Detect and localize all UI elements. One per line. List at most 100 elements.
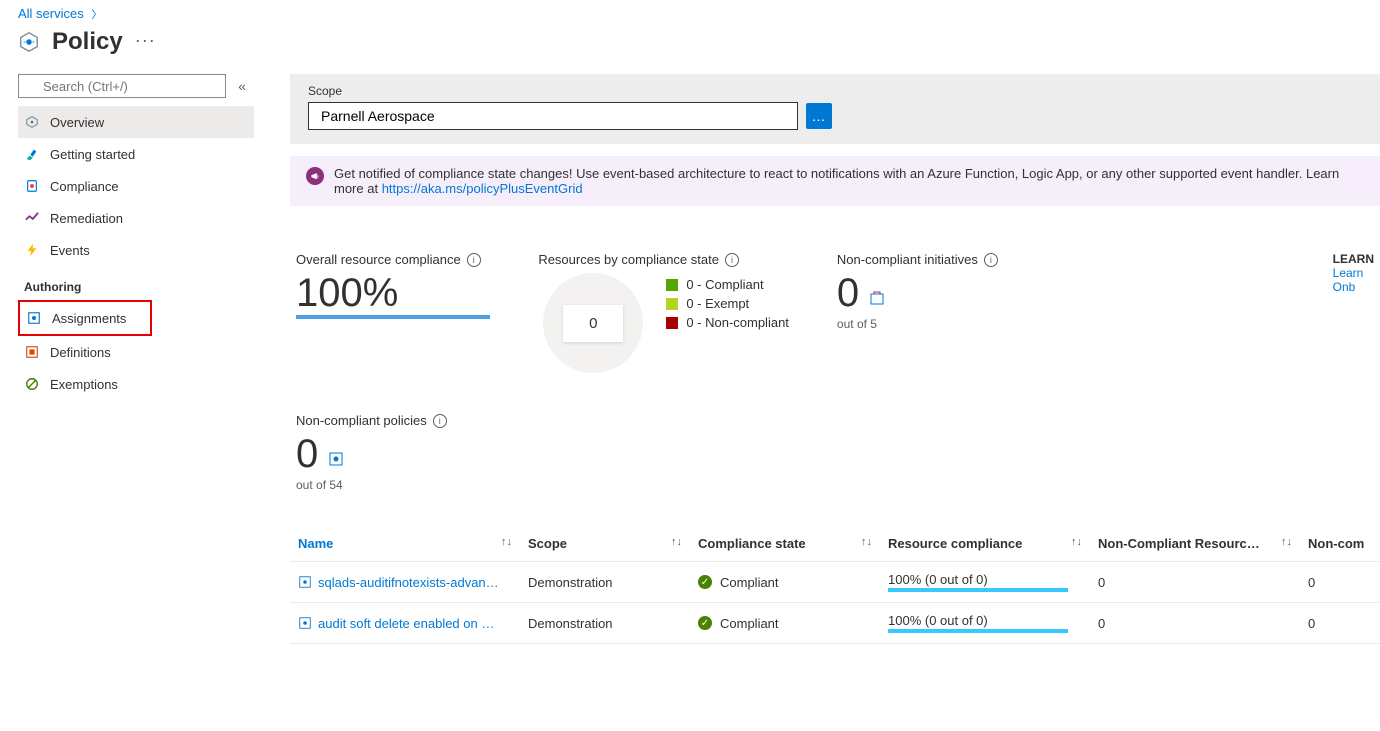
row-name-link[interactable]: sqlads-auditifnotexists-advan… <box>318 575 499 590</box>
sidebar-item-label: Assignments <box>52 311 126 326</box>
policy-hex-icon <box>18 31 40 53</box>
sidebar-item-label: Events <box>50 243 90 258</box>
card-resources-by-state: Resources by compliance state i 0 0 - Co… <box>538 252 789 373</box>
table-row[interactable]: sqlads-auditifnotexists-advan… Demonstra… <box>290 562 1380 603</box>
learn-link-1[interactable]: Learn <box>1333 266 1364 280</box>
chevron-right-icon: 〉 <box>91 9 102 21</box>
assignments-icon <box>26 310 42 326</box>
donut-center-value: 0 <box>563 305 623 342</box>
info-icon[interactable]: i <box>433 414 447 428</box>
policy-icon <box>328 451 344 467</box>
card-title: Overall resource compliance <box>296 252 461 267</box>
col-rc[interactable]: Resource compliance↑↓ <box>880 526 1090 562</box>
row-nc: 0 <box>1300 562 1380 603</box>
policy-doc-icon <box>298 616 312 630</box>
row-ncr: 0 <box>1090 603 1300 644</box>
info-icon[interactable]: i <box>725 253 739 267</box>
card-noncompliant-initiatives: Non-compliant initiatives i 0 out of 5 <box>837 252 998 373</box>
search-input[interactable] <box>18 74 226 98</box>
swatch-green-icon <box>666 279 678 291</box>
sidebar-item-overview[interactable]: Overview <box>18 106 254 138</box>
card-title: Non-compliant initiatives <box>837 252 978 267</box>
remediation-icon <box>24 210 40 226</box>
sidebar-item-getting-started[interactable]: Getting started <box>18 138 254 170</box>
scope-input[interactable] <box>308 102 798 130</box>
row-nc: 0 <box>1300 603 1380 644</box>
sidebar-item-definitions[interactable]: Definitions <box>18 336 254 368</box>
more-button[interactable]: ··· <box>135 30 156 55</box>
rocket-icon <box>24 146 40 162</box>
row-scope: Demonstration <box>520 562 690 603</box>
megaphone-icon <box>306 167 324 185</box>
legend-compliant: 0 - Compliant <box>666 277 789 292</box>
card-title: Non-compliant policies <box>296 413 427 428</box>
definitions-icon <box>24 344 40 360</box>
swatch-yellow-icon <box>666 298 678 310</box>
card-noncompliant-policies: Non-compliant policies i 0 out of 54 <box>296 413 1374 492</box>
sidebar-item-compliance[interactable]: Compliance <box>18 170 254 202</box>
notification-banner: Get notified of compliance state changes… <box>290 156 1380 206</box>
sidebar-item-label: Exemptions <box>50 377 118 392</box>
nc-policies-value: 0 <box>296 432 318 476</box>
info-icon[interactable]: i <box>467 253 481 267</box>
sidebar-item-assignments[interactable]: Assignments <box>20 302 150 334</box>
row-rc: 100% (0 out of 0) <box>888 613 1068 633</box>
sidebar-section-authoring: Authoring <box>18 266 254 300</box>
sidebar-item-label: Remediation <box>50 211 123 226</box>
legend-noncompliant: 0 - Non-compliant <box>666 315 789 330</box>
exemptions-icon <box>24 376 40 392</box>
sort-icon[interactable]: ↑↓ <box>861 536 872 548</box>
table-row[interactable]: audit soft delete enabled on … Demonstra… <box>290 603 1380 644</box>
sidebar-item-events[interactable]: Events <box>18 234 254 266</box>
table-header-row: Name↑↓ Scope↑↓ Compliance state↑↓ Resour… <box>290 526 1380 562</box>
breadcrumb-all-services[interactable]: All services <box>18 6 84 21</box>
sidebar: « Overview Getting started Compliance Re… <box>0 74 254 731</box>
row-ncr: 0 <box>1090 562 1300 603</box>
card-overall-compliance: Overall resource compliance i 100% <box>296 252 490 373</box>
compliance-icon <box>24 178 40 194</box>
sidebar-item-label: Overview <box>50 115 104 130</box>
page-title: Policy <box>52 28 123 56</box>
sort-icon[interactable]: ↑↓ <box>1071 536 1082 548</box>
overview-icon <box>24 114 40 130</box>
scope-picker-button[interactable]: … <box>806 103 832 129</box>
row-state: Compliant <box>720 616 779 631</box>
card-title: Resources by compliance state <box>538 252 719 267</box>
scope-label: Scope <box>308 84 1362 98</box>
info-icon[interactable]: i <box>984 253 998 267</box>
col-state[interactable]: Compliance state↑↓ <box>690 526 880 562</box>
col-nc[interactable]: Non-com <box>1300 526 1380 562</box>
check-icon: ✓ <box>698 575 712 589</box>
main-content: Scope … Get notified of compliance state… <box>254 74 1380 731</box>
col-name[interactable]: Name↑↓ <box>290 526 520 562</box>
sort-icon[interactable]: ↑↓ <box>501 536 512 548</box>
check-icon: ✓ <box>698 616 712 630</box>
legend-exempt: 0 - Exempt <box>666 296 789 311</box>
sidebar-item-remediation[interactable]: Remediation <box>18 202 254 234</box>
col-scope[interactable]: Scope↑↓ <box>520 526 690 562</box>
page-title-row: Policy ··· <box>0 24 1380 74</box>
sidebar-item-label: Definitions <box>50 345 111 360</box>
sort-icon[interactable]: ↑↓ <box>1281 536 1292 548</box>
policy-doc-icon <box>298 575 312 589</box>
legend-label: 0 - Exempt <box>686 296 749 311</box>
collapse-sidebar-button[interactable]: « <box>238 78 246 94</box>
row-name-link[interactable]: audit soft delete enabled on … <box>318 616 494 631</box>
sidebar-item-label: Getting started <box>50 147 135 162</box>
learn-heading: LEARN <box>1333 252 1374 266</box>
sidebar-item-label: Compliance <box>50 179 119 194</box>
learn-link-2[interactable]: Onb <box>1333 280 1356 294</box>
nc-initiatives-sub: out of 5 <box>837 317 998 331</box>
row-scope: Demonstration <box>520 603 690 644</box>
sidebar-item-exemptions[interactable]: Exemptions <box>18 368 254 400</box>
notification-link[interactable]: https://aka.ms/policyPlusEventGrid <box>382 181 583 196</box>
scope-bar: Scope … <box>290 74 1380 144</box>
overall-compliance-value: 100% <box>296 273 490 319</box>
legend-label: 0 - Compliant <box>686 277 763 292</box>
sort-icon[interactable]: ↑↓ <box>671 536 682 548</box>
nc-initiatives-value: 0 <box>837 271 859 315</box>
col-ncr[interactable]: Non-Compliant Resourc…↑↓ <box>1090 526 1300 562</box>
lightning-icon <box>24 242 40 258</box>
learn-panel: LEARN Learn Onb <box>1333 252 1374 373</box>
initiative-icon <box>869 290 885 306</box>
